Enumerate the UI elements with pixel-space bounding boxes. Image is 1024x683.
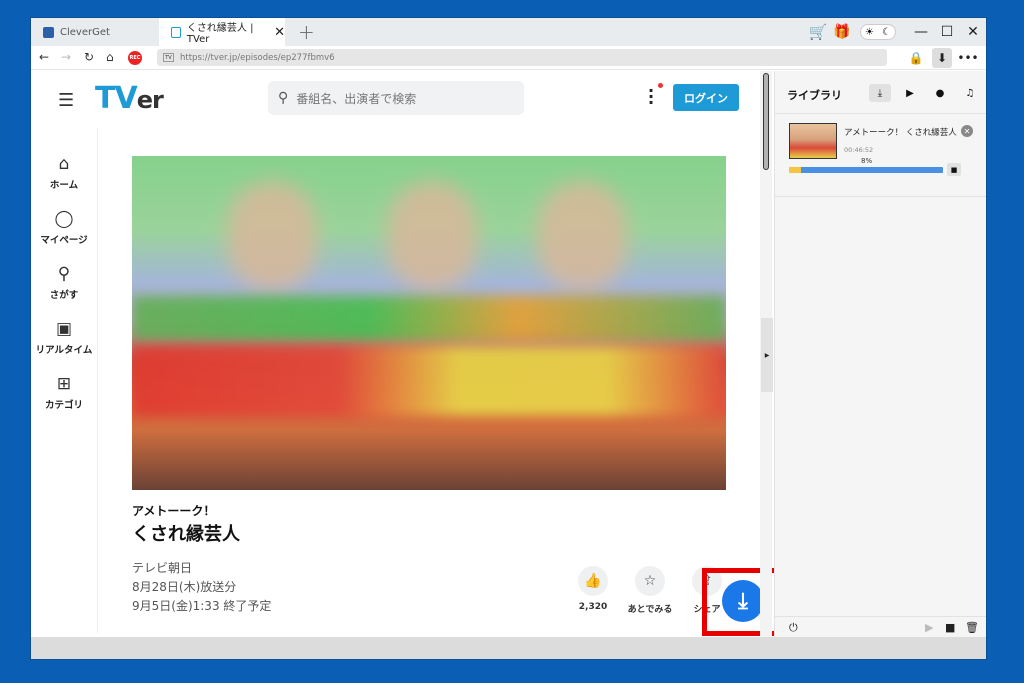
episode-title: くされ縁芸人 [132,524,240,545]
record-tab-icon[interactable]: ● [929,84,951,102]
url-text: https://tver.jp/episodes/ep277fbmv6 [180,52,335,63]
lock-icon[interactable]: 🔒 [906,48,926,68]
divider [775,113,986,114]
tab-close-icon[interactable]: ✕ [274,25,285,40]
download-task[interactable]: アメトーーク！ くされ縁芸人 00:46:52 8% ✕ ■ [789,123,979,183]
task-duration: 00:46:52 [844,146,874,154]
search-icon: ⚲ [278,90,289,106]
address-actions: 🔒 ⬇ ••• [906,48,979,68]
download-button[interactable]: ⤓ [722,580,764,622]
library-panel: ライブラリ ⤓ ▶ ● ♫ アメトーーク！ くされ縁芸人 00:46:52 8%… [774,71,986,637]
sidebar-item-category[interactable]: ⊞ カテゴリ [31,365,97,420]
progress-fill [789,167,802,173]
blurred-person [537,181,627,291]
sun-icon: ☀ [865,26,874,38]
tab-bar: CleverGet くされ縁芸人 | TVer ✕ + 🛒 🎁 ☀ ☾ — ☐ ✕ [31,18,986,46]
search-input[interactable]: ⚲ 番組名、出演者で検索 [268,81,524,115]
blurred-title-band [132,296,726,341]
cleverget-window: CleverGet くされ縁芸人 | TVer ✕ + 🛒 🎁 ☀ ☾ — ☐ ✕… [31,18,986,659]
end-date: 9月5日(金)1:33 終了予定 [132,599,272,613]
login-button[interactable]: ログイン [673,84,739,111]
sidebar-item-realtime[interactable]: ▣ リアルタイム [31,310,97,365]
home-icon: ⌂ [58,154,70,174]
play-icon[interactable]: ▶ [925,621,933,634]
maximize-button[interactable]: ☐ [934,24,960,40]
sidebar-item-mypage[interactable]: ◯ マイページ [31,200,97,255]
status-strip [31,637,986,659]
forward-arrow-icon[interactable]: → [61,50,71,64]
kebab-menu-icon[interactable]: · · · [648,83,654,111]
task-stop-button[interactable]: ■ [947,163,961,176]
site-favicon: TV [163,53,174,62]
sidebar-item-search[interactable]: ⚲ さがす [31,255,97,310]
scrollbar-thumb[interactable] [763,73,769,170]
search-icon: ⚲ [57,264,71,284]
tver-logo[interactable]: TVer [95,81,164,116]
air-date: 8月28日(木)放送分 [132,580,237,594]
tab-label: CleverGet [60,26,110,38]
cleverget-favicon [43,26,54,38]
library-tabs: ⤓ ▶ ● ♫ [869,84,981,102]
pin-icon: ☆ [635,566,665,596]
more-menu-icon[interactable]: ••• [957,48,978,68]
task-thumbnail [789,123,837,159]
new-tab-button[interactable]: + [298,20,315,44]
back-arrow-icon[interactable]: ← [39,50,49,64]
menu-icon[interactable]: ☰ [58,90,74,111]
like-button[interactable]: 👍 2,320 [565,566,621,612]
like-count: 2,320 [578,602,608,612]
url-field[interactable]: TV https://tver.jp/episodes/ep277fbmv6 [157,49,887,66]
series-title: アメトーーク！ [132,504,216,518]
grid-icon: ⊞ [56,374,72,394]
blurred-person [227,181,317,291]
sidebar-item-home[interactable]: ⌂ ホーム [31,145,97,200]
window-controls: 🛒 🎁 ☀ ☾ — ☐ ✕ [806,18,986,46]
video-tab-icon[interactable]: ▶ [899,84,921,102]
blurred-color-band [132,346,726,416]
trash-icon[interactable]: 🗑 [965,621,979,634]
tab-label: くされ縁芸人 | TVer [186,23,254,45]
task-remove-icon[interactable]: ✕ [961,125,973,137]
minimize-button[interactable]: — [908,24,934,40]
moon-icon: ☾ [882,26,891,38]
theme-toggle[interactable]: ☀ ☾ [860,24,896,40]
power-icon[interactable]: ⏻ [789,621,798,635]
task-title: アメトーーク！ くされ縁芸人 [844,128,957,138]
task-percent: 8% [861,157,873,165]
reload-icon[interactable]: ↻ [84,50,94,64]
address-bar: ← → ↻ ⌂ REC TV https://tver.jp/episodes/… [31,46,986,70]
user-icon: ◯ [54,209,74,229]
divider [775,196,986,197]
stop-icon[interactable]: ■ [945,621,955,634]
video-thumbnail[interactable] [132,156,726,490]
tab-tver[interactable]: くされ縁芸人 | TVer ✕ [159,18,285,46]
blurred-person [387,181,477,291]
search-placeholder: 番組名、出演者で検索 [296,91,417,106]
audio-tab-icon[interactable]: ♫ [959,84,981,102]
record-button[interactable]: REC [128,51,142,65]
library-footer: ⏻ ▶ ■ 🗑 [775,616,986,637]
collapse-panel-button[interactable]: ▶ [761,318,773,392]
home-icon[interactable]: ⌂ [106,50,114,64]
task-progress-bar [789,167,943,173]
close-window-button[interactable]: ✕ [960,24,986,40]
download-mode-icon[interactable]: ⬇ [932,48,952,68]
watch-later-button[interactable]: ☆ あとでみる [622,566,678,615]
sidebar-nav: ⌂ ホーム ◯ マイページ ⚲ さがす ▣ リアルタイム ⊞ カテゴリ [31,145,97,420]
thumbs-up-icon: 👍 [578,566,608,596]
tver-favicon [171,26,181,38]
library-title: ライブラリ [787,89,842,102]
sidebar-divider [97,128,98,633]
channel-name: テレビ朝日 [132,561,193,575]
download-tab-icon[interactable]: ⤓ [869,84,891,102]
cart-icon[interactable]: 🛒 [806,23,830,41]
tv-icon: ▣ [55,319,73,339]
gift-icon[interactable]: 🎁 [830,24,854,40]
tab-cleverget[interactable]: CleverGet [31,18,159,46]
notification-dot [658,83,663,88]
